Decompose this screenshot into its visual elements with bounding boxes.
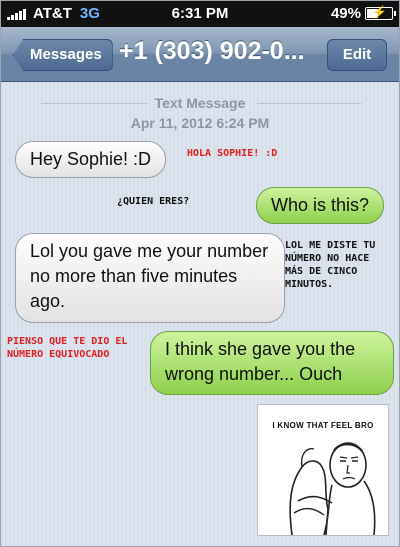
translation-note: LOL ME DISTE TU NÚMERO NO HACE MÁS DE CI… [285, 240, 376, 290]
status-bar: AT&T 3G 6:31 PM 49% ⚡ [1, 1, 399, 27]
battery-percent: 49% [330, 5, 361, 22]
outgoing-message: I think she gave you the wrong number...… [150, 331, 394, 395]
messages-back-button[interactable]: Messages [13, 39, 113, 71]
conversation-title: +1 (303) 902-0... [119, 37, 305, 65]
message-timestamp: Apr 11, 2012 6:24 PM [130, 115, 270, 131]
incoming-message: Hey Sophie! :D [15, 141, 167, 178]
battery-icon: ⚡ [365, 5, 396, 20]
navigation-bar: Messages +1 (303) 902-0... Edit [1, 27, 399, 82]
translation-note: ¿QUIEN ERES? [117, 196, 190, 207]
meme-image: I KNOW THAT FEEL BRO [257, 404, 389, 536]
hugging-figures-drawing [289, 442, 376, 535]
translation-note: HOLA SOPHIE! :D [187, 148, 278, 159]
screenshot-frame: AT&T 3G 6:31 PM 49% ⚡ Messages +1 (303) … [0, 0, 400, 547]
incoming-message: Lol you gave me your number no more than… [15, 233, 285, 323]
message-type-label: Text Message [154, 95, 246, 111]
edit-button[interactable]: Edit [327, 39, 387, 71]
outgoing-message: Who is this? [256, 187, 385, 224]
battery-group: 49% ⚡ [330, 5, 396, 22]
translation-note: PIENSO QUE TE DIO EL NÚMERO EQUIVOCADO [7, 336, 128, 360]
